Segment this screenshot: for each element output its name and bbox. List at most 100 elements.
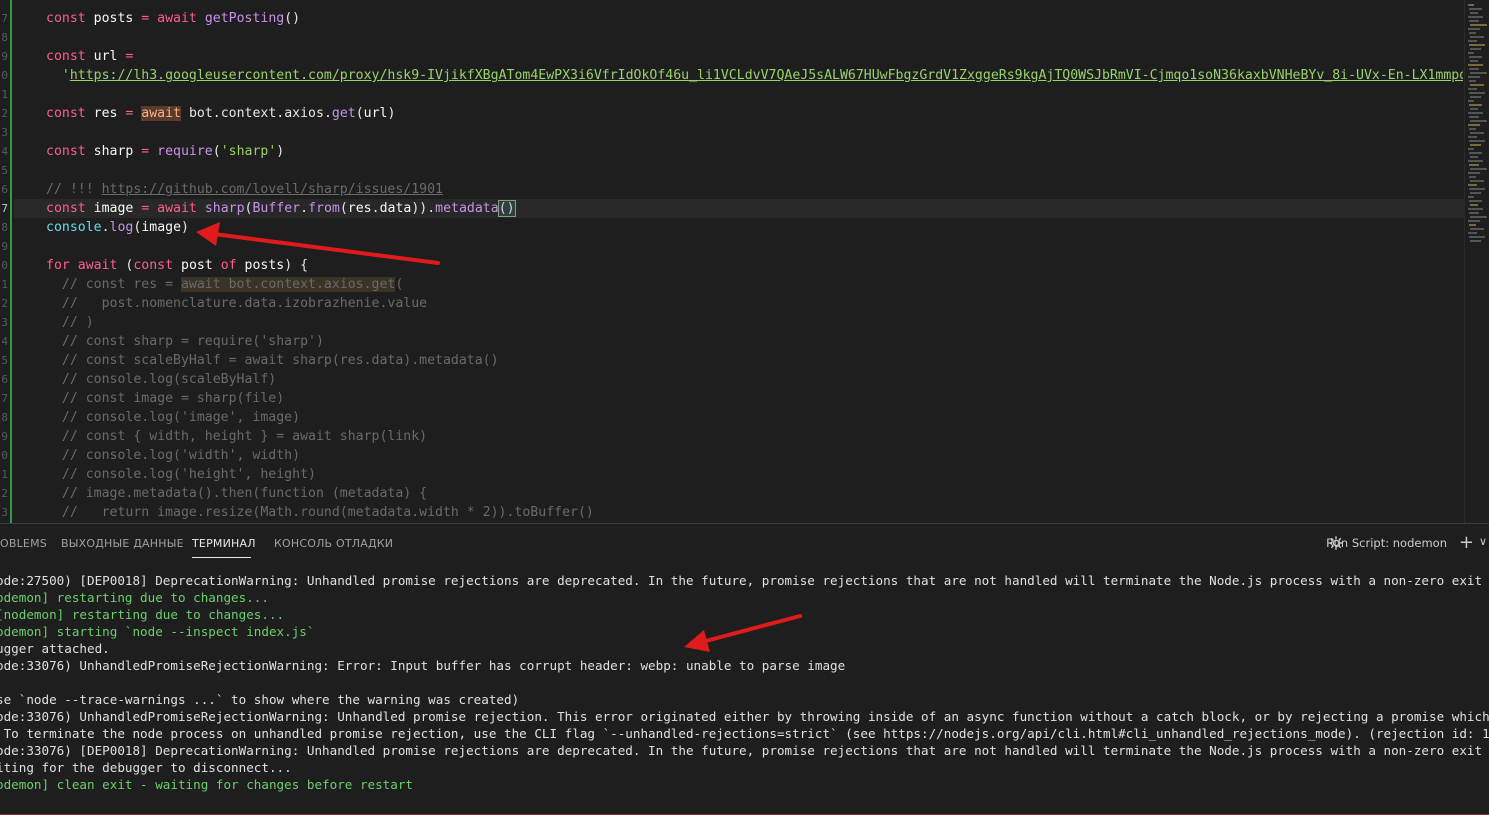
code-line[interactable]: // console.log('height', height) <box>46 465 1463 484</box>
code-line[interactable]: for await (const post of posts) { <box>46 256 1463 275</box>
code-line[interactable]: const url = <box>46 47 1463 66</box>
minimap-line <box>1468 124 1480 126</box>
terminal-output[interactable]: ode:27500) [DEP0018] DeprecationWarning:… <box>0 572 1489 807</box>
minimap-line <box>1470 96 1481 98</box>
line-number: 0 <box>1 259 8 272</box>
code-token: ( <box>339 201 348 216</box>
code-line[interactable]: // return image.resize(Math.round(metada… <box>46 503 1463 522</box>
minimap-line <box>1469 44 1485 46</box>
code-line[interactable] <box>46 28 1463 47</box>
tab-debug-console[interactable]: КОНСОЛЬ ОТЛАДКИ <box>274 537 393 550</box>
code-token: post <box>181 258 221 273</box>
code-line[interactable] <box>46 237 1463 256</box>
code-token: const <box>46 201 94 216</box>
line-number: 1 <box>1 278 8 291</box>
minimap-line <box>1470 120 1487 122</box>
code-token: // console.log('image', image) <box>46 410 301 425</box>
code-token: posts <box>93 11 142 26</box>
minimap-line <box>1469 212 1479 214</box>
code-token: const <box>46 106 94 121</box>
code-token: // post.nomenclature.data.izobrazhenie.v… <box>46 296 428 311</box>
code-token: get <box>331 106 356 121</box>
code-token: ( <box>212 144 221 159</box>
minimap-line <box>1470 12 1478 14</box>
chevron-down-icon[interactable]: ∨ <box>1479 535 1487 548</box>
code-line[interactable] <box>46 85 1463 104</box>
code-token: bot. <box>181 106 221 121</box>
line-number: 2 <box>1 107 8 120</box>
code-line[interactable]: // const { width, height } = await sharp… <box>46 427 1463 446</box>
modified-lines-indicator <box>10 0 12 523</box>
code-token: await <box>77 258 126 273</box>
code-line[interactable]: // const sharp = require('sharp') <box>46 332 1463 351</box>
minimap-line <box>1468 52 1474 54</box>
code-token: ( <box>395 277 404 292</box>
code-token: ) <box>276 144 285 159</box>
minimap-line <box>1469 68 1479 70</box>
code-line[interactable]: // image.metadata().then(function (metad… <box>46 484 1463 503</box>
new-terminal-plus-icon[interactable]: + <box>1459 532 1474 553</box>
minimap-line <box>1468 76 1480 78</box>
minimap-line <box>1468 64 1483 66</box>
minimap-line <box>1468 28 1480 30</box>
line-number: 8 <box>1 31 8 44</box>
code-token: ) { <box>284 258 309 273</box>
code-line[interactable]: // console.log('width', width) <box>46 446 1463 465</box>
vscode-window: 7890123456789012345678901234 const posts… <box>0 0 1489 815</box>
code-line[interactable]: // const res = await bot.context.axios.g… <box>46 275 1463 294</box>
code-line[interactable] <box>46 161 1463 180</box>
minimap-line <box>1468 184 1477 186</box>
run-script-selector[interactable]: Run Script: nodemon <box>1326 536 1447 550</box>
code-token: = <box>125 49 134 64</box>
code-line[interactable]: const res = await bot.context.axios.get(… <box>46 104 1463 123</box>
code-line[interactable]: // !!! https://github.com/lovell/sharp/i… <box>46 180 1463 199</box>
code-token: // !!! <box>46 182 102 197</box>
tab-terminal[interactable]: ТЕРМИНАЛ <box>192 537 256 550</box>
line-number: 5 <box>1 354 8 367</box>
minimap-line <box>1468 88 1477 90</box>
minimap-line <box>1468 112 1483 114</box>
minimap-line <box>1468 40 1477 42</box>
code-line[interactable]: const sharp = require('sharp') <box>46 142 1463 161</box>
line-number: 6 <box>1 373 8 386</box>
code-token: = <box>141 201 158 216</box>
code-line[interactable]: // console.log(scaleByHalf) <box>46 370 1463 389</box>
minimap-line <box>1469 236 1485 238</box>
code-token: )) <box>411 201 428 216</box>
code-token: url <box>363 106 388 121</box>
code-token: = <box>125 106 142 121</box>
minimap-line <box>1470 240 1481 242</box>
code-line[interactable]: const posts = await getPosting() <box>46 9 1463 28</box>
code-line[interactable]: // ) <box>46 313 1463 332</box>
line-number: 3 <box>1 316 8 329</box>
code-token: console <box>46 220 102 235</box>
code-token: image <box>141 220 182 235</box>
minimap-line <box>1470 144 1481 146</box>
code-token: Buffer <box>252 201 301 216</box>
tab-output[interactable]: ВЫХОДНЫЕ ДАННЫЕ <box>61 537 184 550</box>
code-token: getPosting <box>204 11 285 26</box>
minimap-line <box>1468 196 1474 198</box>
code-area[interactable]: const posts = await getPosting() const u… <box>14 9 1475 522</box>
code-line[interactable]: const image = await sharp(Buffer.from(re… <box>14 199 1475 218</box>
minimap[interactable] <box>1464 0 1489 523</box>
code-token: from <box>308 201 340 216</box>
bottom-panel: OBLEMS ВЫХОДНЫЕ ДАННЫЕ ТЕРМИНАЛ КОНСОЛЬ … <box>0 523 1489 815</box>
code-token: posts <box>244 258 285 273</box>
minimap-line <box>1469 116 1479 118</box>
code-line[interactable]: // const image = sharp(file) <box>46 389 1463 408</box>
code-line[interactable] <box>46 123 1463 142</box>
minimap-line <box>1470 168 1487 170</box>
code-line[interactable]: 'https://lh3.googleusercontent.com/proxy… <box>46 66 1463 85</box>
code-token: const <box>46 49 94 64</box>
code-line[interactable]: // console.log('image', image) <box>46 408 1463 427</box>
code-editor[interactable]: 7890123456789012345678901234 const posts… <box>0 0 1489 523</box>
code-line[interactable]: // post.nomenclature.data.izobrazhenie.v… <box>46 294 1463 313</box>
code-line[interactable]: // const scaleByHalf = await sharp(res.d… <box>46 351 1463 370</box>
code-line[interactable]: console.log(image) <box>46 218 1463 237</box>
code-token: await <box>157 11 205 26</box>
tab-problems[interactable]: OBLEMS <box>0 537 47 550</box>
terminal-line: ode:33076) [DEP0018] DeprecationWarning:… <box>0 743 1489 758</box>
minimap-line <box>1468 100 1474 102</box>
minimap-line <box>1469 140 1485 142</box>
